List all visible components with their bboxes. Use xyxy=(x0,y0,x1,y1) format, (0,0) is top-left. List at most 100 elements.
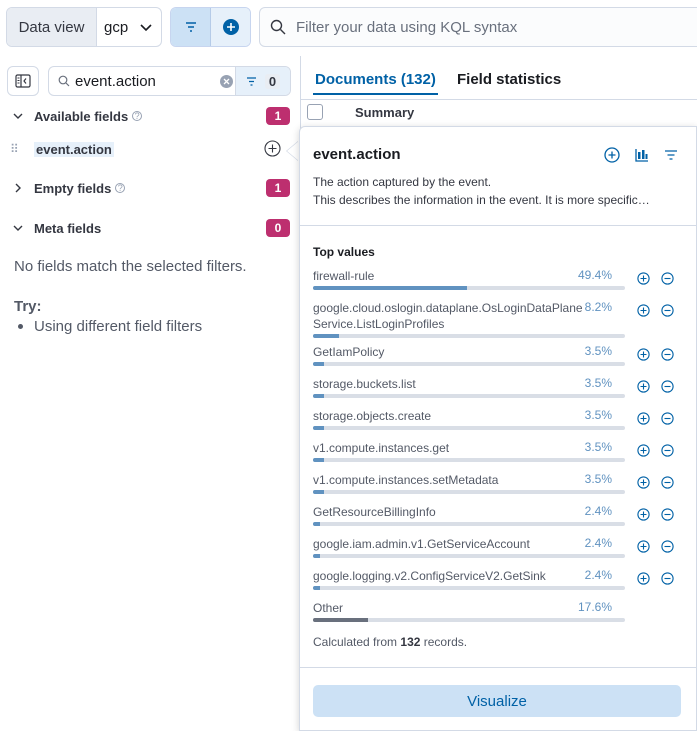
top-value-label: storage.buckets.list xyxy=(313,377,416,391)
top-value-bar xyxy=(313,426,625,430)
top-value-actions xyxy=(637,572,674,588)
top-value-row: storage.buckets.list 3.5% xyxy=(313,376,683,402)
filter-out-value-icon[interactable] xyxy=(661,508,674,524)
field-search-input[interactable] xyxy=(75,72,215,90)
filter-out-value-icon[interactable] xyxy=(661,380,674,396)
filter-icon xyxy=(246,76,256,86)
sidebar-collapse-icon xyxy=(15,74,31,88)
top-value-percent: 2.4% xyxy=(584,536,612,550)
search-icon xyxy=(58,75,70,87)
summary-column-header[interactable]: Summary xyxy=(355,105,414,120)
top-value-bar xyxy=(313,334,625,338)
top-value-actions xyxy=(637,476,674,492)
filter-out-value-icon[interactable] xyxy=(661,476,674,492)
top-value-percent: 3.5% xyxy=(584,376,612,390)
top-value-percent: 3.5% xyxy=(584,344,612,358)
try-suggestion-text: Using different field filters xyxy=(34,318,203,335)
tab-field-statistics[interactable]: Field statistics xyxy=(457,71,561,88)
visualize-icon[interactable] xyxy=(634,147,650,163)
bullet-icon xyxy=(18,324,23,329)
top-value-bar-fill xyxy=(313,522,321,526)
top-value-bar-fill xyxy=(313,286,468,290)
available-fields-section[interactable]: Available fields ? 1 xyxy=(10,105,290,127)
field-details-popover: event.action The action captured by the … xyxy=(299,126,697,731)
top-value-actions xyxy=(637,380,674,396)
empty-fields-section[interactable]: Empty fields ? 1 xyxy=(10,177,290,199)
filter-for-value-icon[interactable] xyxy=(637,508,650,524)
filter-out-value-icon[interactable] xyxy=(661,304,674,320)
top-bar: Data view gcp Filter your data using KQL… xyxy=(0,0,697,55)
top-value-bar-fill xyxy=(313,490,324,494)
filter-out-value-icon[interactable] xyxy=(661,412,674,428)
filter-icon xyxy=(185,22,196,32)
top-value-bar xyxy=(313,490,625,494)
filter-for-value-icon[interactable] xyxy=(637,572,650,588)
plus-circle-icon xyxy=(222,19,239,35)
top-value-row: GetResourceBillingInfo 2.4% xyxy=(313,504,683,530)
filter-menu-button[interactable] xyxy=(171,8,211,46)
data-view-select[interactable]: gcp xyxy=(97,8,161,46)
add-field-icon[interactable] xyxy=(604,147,620,163)
filter-out-value-icon[interactable] xyxy=(661,540,674,556)
search-icon xyxy=(270,19,286,35)
tab-documents[interactable]: Documents (132) xyxy=(313,71,438,95)
add-filter-button[interactable] xyxy=(211,8,250,46)
filter-out-value-icon[interactable] xyxy=(661,572,674,588)
filter-for-value-icon[interactable] xyxy=(637,476,650,492)
top-value-row: google.iam.admin.v1.GetServiceAccount 2.4… xyxy=(313,536,683,562)
field-type-filter-button[interactable]: 0 xyxy=(235,67,290,95)
field-item-event-action[interactable]: ⠿ event.action xyxy=(10,138,290,160)
top-value-bar xyxy=(313,394,625,398)
visualize-button[interactable]: Visualize xyxy=(313,685,681,717)
top-value-percent: 8.2% xyxy=(584,300,612,314)
chevron-right-icon xyxy=(10,182,26,194)
meta-fields-section[interactable]: Meta fields 0 xyxy=(10,217,290,239)
filter-for-value-icon[interactable] xyxy=(637,444,650,460)
top-value-percent: 3.5% xyxy=(584,472,612,486)
meta-fields-title: Meta fields xyxy=(34,220,102,236)
calc-suffix: records. xyxy=(423,635,468,649)
filter-out-value-icon[interactable] xyxy=(661,348,674,364)
filter-for-value-icon[interactable] xyxy=(637,272,650,288)
top-value-row: v1.compute.instances.setMetadata 3.5% xyxy=(313,472,683,498)
top-value-bar-fill xyxy=(313,334,339,338)
field-search: 0 xyxy=(48,66,291,96)
documents-table-header: Summary xyxy=(301,100,697,124)
popover-arrow xyxy=(287,141,299,161)
collapse-sidebar-button[interactable] xyxy=(7,66,39,96)
filter-for-value-icon[interactable] xyxy=(637,380,650,396)
help-icon: ? xyxy=(115,183,126,193)
top-value-row: firewall-rule 49.4% xyxy=(313,268,683,294)
field-sidebar: 0 Available fields ? 1 ⠿ event.action Em… xyxy=(0,56,299,731)
top-value-percent: 2.4% xyxy=(584,504,612,518)
filter-icon[interactable] xyxy=(664,149,678,161)
select-all-checkbox[interactable] xyxy=(307,104,323,120)
field-description: The action captured by the event. This d… xyxy=(313,173,683,209)
filter-out-value-icon[interactable] xyxy=(661,272,674,288)
try-suggestion: Using different field filters xyxy=(18,318,202,335)
top-value-percent: 2.4% xyxy=(584,568,612,582)
top-value-actions xyxy=(637,304,674,320)
add-field-icon[interactable] xyxy=(264,140,281,157)
top-value-bar xyxy=(313,522,625,526)
clear-icon[interactable] xyxy=(220,74,233,88)
filter-for-value-icon[interactable] xyxy=(637,540,650,556)
help-icon: ? xyxy=(132,111,143,121)
divider xyxy=(300,667,697,668)
top-value-label: google.logging.v2.ConfigServiceV2.GetSin… xyxy=(313,569,546,583)
data-view-label: Data view xyxy=(7,8,97,46)
filter-out-value-icon[interactable] xyxy=(661,444,674,460)
top-value-row: GetIamPolicy 3.5% xyxy=(313,344,683,370)
filter-for-value-icon[interactable] xyxy=(637,412,650,428)
kql-search-input[interactable]: Filter your data using KQL syntax xyxy=(259,7,697,47)
drag-handle-icon[interactable]: ⠿ xyxy=(10,142,20,156)
filter-for-value-icon[interactable] xyxy=(637,304,650,320)
filter-for-value-icon[interactable] xyxy=(637,348,650,364)
calc-count: 132 xyxy=(400,635,421,649)
data-view-picker[interactable]: Data view gcp xyxy=(6,7,162,47)
view-tabs: Documents (132) Field statistics xyxy=(301,56,697,100)
top-value-actions xyxy=(637,348,674,364)
top-value-bar xyxy=(313,286,625,290)
top-value-actions xyxy=(637,272,674,288)
top-value-other-row: Other 17.6% xyxy=(313,600,683,626)
